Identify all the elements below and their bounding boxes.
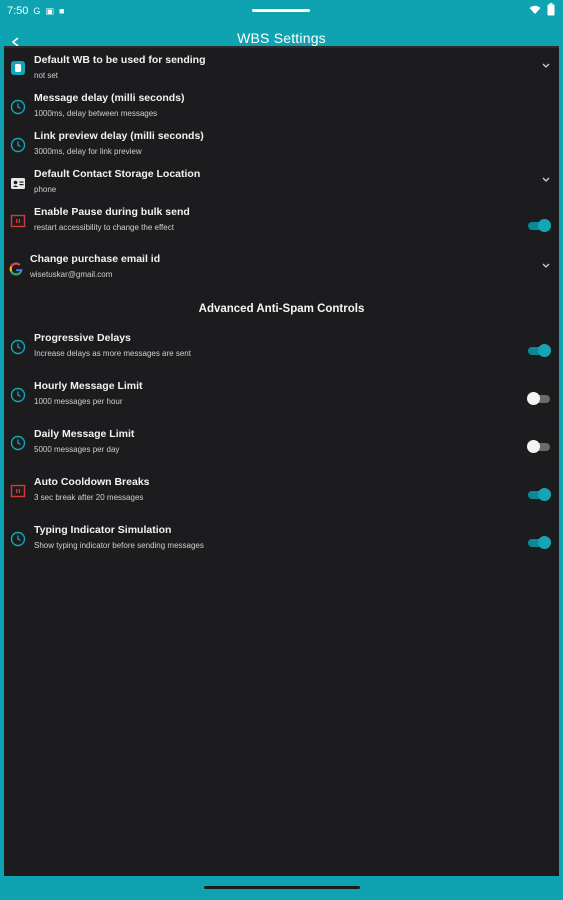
setting-title: Hourly Message Limit (34, 380, 143, 392)
page-title: WBS Settings (237, 30, 326, 46)
typing-indicator-toggle[interactable] (528, 536, 551, 549)
notification-icon: ▣ (45, 5, 54, 16)
setting-title: Auto Cooldown Breaks (34, 476, 150, 488)
lock-notification-icon: ■ (58, 6, 65, 16)
status-time: 7:50 (7, 5, 29, 17)
toggle-knob (527, 392, 540, 405)
setting-title: Enable Pause during bulk send (34, 206, 190, 218)
clock-icon (10, 339, 26, 355)
status-right (529, 3, 555, 16)
setting-subtitle: 3000ms, delay for link preview (34, 147, 142, 156)
app-bar: WBS Settings (0, 22, 563, 48)
setting-texts: Change purchase email id wisetuskar@gmai… (30, 253, 160, 279)
home-gesture-pill[interactable] (204, 886, 360, 889)
status-left: 7:50 G ▣ ■ (7, 5, 64, 17)
progressive-delays-toggle[interactable] (528, 344, 551, 357)
setting-texts: Progressive Delays Increase delays as mo… (34, 332, 191, 358)
whatsapp-business-icon (11, 61, 25, 75)
toggle-knob (538, 488, 551, 501)
setting-texts: Typing Indicator Simulation Show typing … (34, 524, 204, 550)
chevron-down-icon[interactable] (541, 175, 551, 185)
settings-list: Default WB to be used for sending not se… (4, 46, 559, 876)
setting-texts: Message delay (milli seconds) 1000ms, de… (34, 92, 185, 118)
clock-icon (10, 531, 26, 547)
toggle-knob (538, 536, 551, 549)
battery-icon (547, 3, 555, 16)
setting-subtitle: 3 sec break after 20 messages (34, 493, 144, 502)
setting-message-delay[interactable]: Message delay (milli seconds) 1000ms, de… (4, 92, 559, 130)
setting-daily-limit[interactable]: Daily Message Limit 5000 messages per da… (4, 428, 559, 466)
setting-subtitle: 1000ms, delay between messages (34, 109, 158, 118)
clock-icon (10, 99, 26, 115)
chevron-down-icon[interactable] (541, 261, 551, 271)
daily-limit-toggle[interactable] (527, 440, 550, 453)
google-icon (9, 262, 23, 276)
status-bar: 7:50 G ▣ ■ (0, 0, 563, 22)
auto-cooldown-toggle[interactable] (528, 488, 551, 501)
setting-title: Typing Indicator Simulation (34, 524, 172, 536)
setting-texts: Hourly Message Limit 1000 messages per h… (34, 380, 143, 406)
google-notification-icon: G (33, 6, 41, 16)
setting-subtitle: phone (34, 185, 57, 194)
clock-icon (10, 435, 26, 451)
setting-title: Change purchase email id (30, 253, 161, 265)
setting-purchase-email[interactable]: Change purchase email id wisetuskar@gmai… (4, 253, 559, 291)
clock-icon (10, 387, 26, 403)
wifi-icon (529, 5, 541, 14)
setting-texts: Default WB to be used for sending not se… (34, 54, 206, 80)
toggle-knob (527, 440, 540, 453)
chevron-down-icon[interactable] (541, 61, 551, 71)
setting-subtitle: 5000 messages per day (34, 445, 120, 454)
setting-default-wb[interactable]: Default WB to be used for sending not se… (4, 54, 559, 92)
setting-title: Daily Message Limit (34, 428, 135, 440)
setting-subtitle: Show typing indicator before sending mes… (34, 541, 204, 550)
setting-title: Default WB to be used for sending (34, 54, 206, 66)
toggle-knob (538, 344, 551, 357)
setting-texts: Enable Pause during bulk send restart ac… (34, 206, 190, 232)
setting-hourly-limit[interactable]: Hourly Message Limit 1000 messages per h… (4, 380, 559, 418)
setting-texts: Link preview delay (milli seconds) 3000m… (34, 130, 204, 156)
setting-contact-storage[interactable]: Default Contact Storage Location phone (4, 168, 559, 206)
contact-card-icon (11, 178, 25, 189)
setting-subtitle: 1000 messages per hour (34, 397, 123, 406)
section-heading-anti-spam: Advanced Anti-Spam Controls (198, 303, 365, 315)
setting-texts: Default Contact Storage Location phone (34, 168, 200, 194)
enable-pause-toggle[interactable] (528, 219, 551, 232)
status-pill (252, 9, 310, 12)
hourly-limit-toggle[interactable] (527, 392, 550, 405)
setting-subtitle: restart accessibility to change the effe… (34, 223, 174, 232)
toggle-knob (538, 219, 551, 232)
pause-icon (10, 484, 26, 498)
setting-title: Progressive Delays (34, 332, 131, 344)
setting-title: Link preview delay (milli seconds) (34, 130, 204, 142)
setting-auto-cooldown[interactable]: Auto Cooldown Breaks 3 sec break after 2… (4, 476, 559, 514)
navigation-bar (0, 876, 563, 900)
setting-title: Message delay (milli seconds) (34, 92, 185, 104)
setting-typing-indicator[interactable]: Typing Indicator Simulation Show typing … (4, 524, 559, 562)
setting-texts: Auto Cooldown Breaks 3 sec break after 2… (34, 476, 150, 502)
setting-link-preview-delay[interactable]: Link preview delay (milli seconds) 3000m… (4, 130, 559, 168)
setting-subtitle: Increase delays as more messages are sen… (34, 349, 191, 358)
setting-subtitle: wisetuskar@gmail.com (30, 270, 113, 279)
setting-enable-pause[interactable]: Enable Pause during bulk send restart ac… (4, 206, 559, 244)
pause-icon (10, 214, 26, 228)
clock-icon (10, 137, 26, 153)
setting-title: Default Contact Storage Location (34, 168, 201, 180)
setting-subtitle: not set (34, 71, 59, 80)
setting-progressive-delays[interactable]: Progressive Delays Increase delays as mo… (4, 332, 559, 370)
setting-texts: Daily Message Limit 5000 messages per da… (34, 428, 134, 454)
